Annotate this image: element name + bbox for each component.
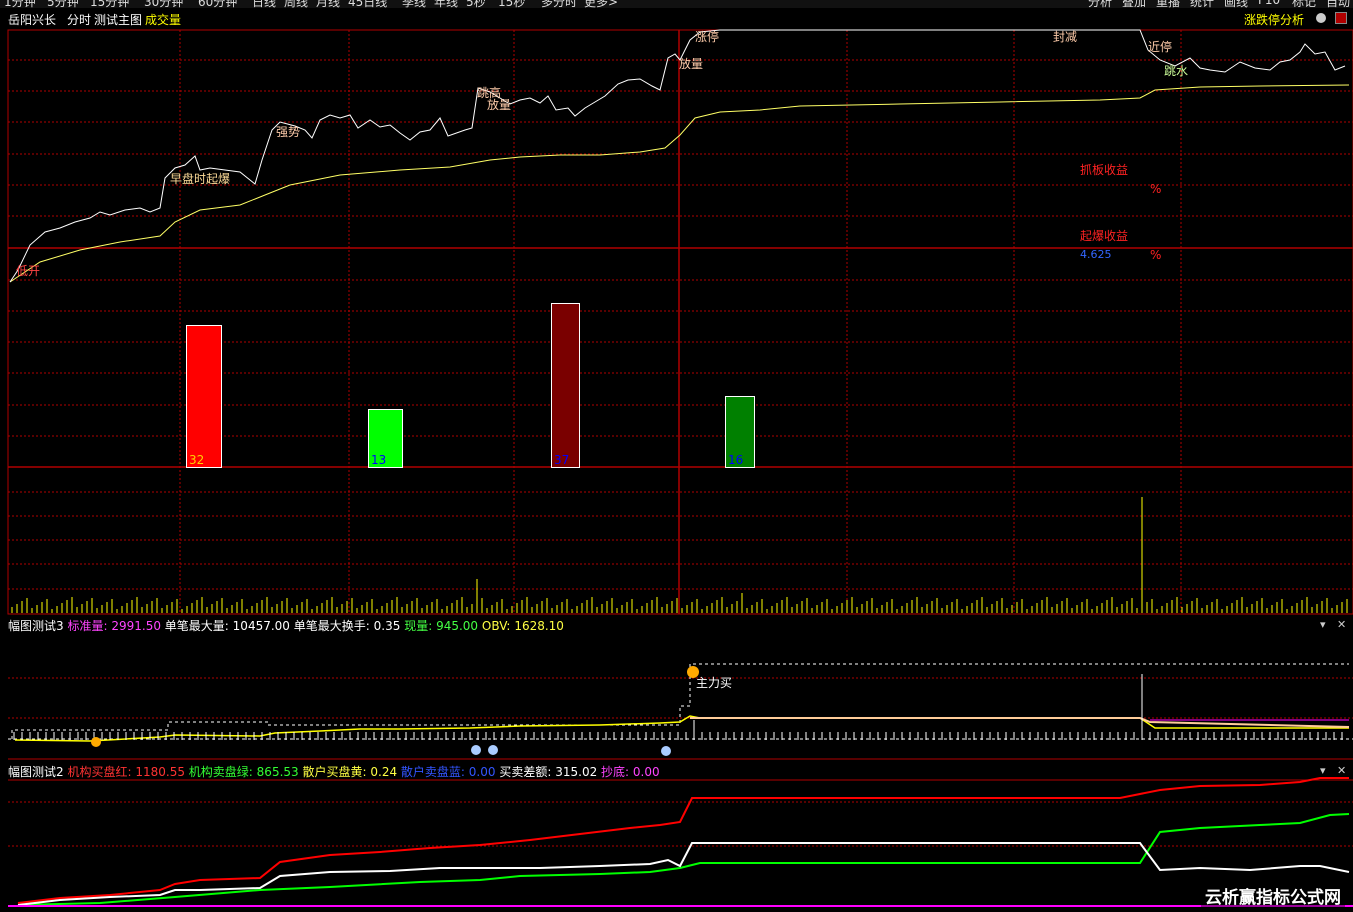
obv-label: OBV: [481,619,511,633]
watermark: 云析赢指标公式网 [1201,883,1345,908]
max-single-label: 单笔最大量: [164,619,229,633]
panel3-collapse-icon[interactable]: ▾ [1320,618,1326,631]
retail-buy-value: 0.24 [370,765,398,779]
bottom-value: 0.00 [632,765,660,779]
inst-sell-label: 机构卖盘绿: [188,765,253,779]
obv-value: 1628.10 [514,619,564,633]
burst-profit-pct: % [1150,248,1162,262]
main-buy-label: 主力买 [696,676,733,690]
inst-buy-line [17,777,1349,904]
max-single-value: 10457.00 [232,619,290,633]
panel2-collapse-icon[interactable]: ▾ [1320,764,1326,777]
panel2-close-icon[interactable]: ✕ [1337,764,1346,777]
annot-limit-up: 涨停 [695,30,720,44]
annot-volume-1: 放量 [487,98,512,112]
signal-bar: 16 [725,396,755,468]
retail-sell-label: 散户卖盘蓝: [400,765,465,779]
vertical-grid [179,30,1182,614]
grab-profit-pct: % [1150,182,1162,196]
panel2-title: 幅图测试2 [8,765,64,779]
annot-volume-2: 放量 [679,57,704,71]
cur-vol-label: 现量: [404,619,433,633]
signal-bar: 37 [551,303,580,468]
max-turn-label: 单笔最大换手: [293,619,370,633]
inst-buy-value: 1180.55 [135,765,185,779]
panel3-bars [13,674,1343,740]
diff-value: 315.02 [555,765,598,779]
annot-burst: 早盘时起爆 [170,172,231,186]
retail-sell-value: 0.00 [468,765,496,779]
std-vol-value: 2991.50 [111,619,161,633]
buy-signal-icon [91,737,101,747]
panel3-header: 幅图测试3 标准量: 2991.50 单笔最大量: 10457.00 单笔最大换… [8,617,564,634]
signal-bar: 13 [368,409,403,468]
cur-vol-value: 945.00 [436,619,479,633]
panel3-frame [7,634,1353,760]
diff-label: 买卖差额: [499,765,552,779]
signal-bar-value: 13 [371,453,387,467]
inst-sell-value: 865.53 [256,765,299,779]
main-grid [8,59,1353,590]
retail-buy-label: 散户买盘黄: [302,765,367,779]
panel3-title: 幅图测试3 [8,619,64,633]
signal-bar-value: 32 [189,453,205,467]
burst-profit-title: 起爆收益 [1080,229,1129,243]
signal-bar-value: 37 [554,453,570,467]
annot-seal-down: 封减 [1053,30,1078,44]
grab-profit-title: 抓板收益 [1080,163,1129,177]
signal-bar-value: 16 [728,453,744,467]
annot-strong: 强势 [276,125,301,139]
main-panel-frame [7,29,1353,615]
inst-buy-label: 机构买盘红: [67,765,132,779]
diff-line [17,842,1350,906]
burst-profit-value: 4.625 [1080,248,1112,261]
std-vol-label: 标准量: [67,619,108,633]
max-turn-value: 0.35 [373,619,401,633]
annot-jump-water: 跳水 [1164,64,1189,78]
signal-bar: 32 [186,325,222,468]
sad-face-icon [661,746,671,756]
annot-low-open: 低开 [16,264,41,278]
panel2-header: 幅图测试2 机构买盘红: 1180.55 机构卖盘绿: 865.53 散户买盘黄… [8,763,660,780]
sad-face-icon [488,745,498,755]
panel3-close-icon[interactable]: ✕ [1337,618,1346,631]
price-line [9,29,1346,283]
bottom-label: 抄底: [601,765,630,779]
sad-face-icon [471,745,481,755]
annot-near-limit: 近停 [1148,40,1173,54]
